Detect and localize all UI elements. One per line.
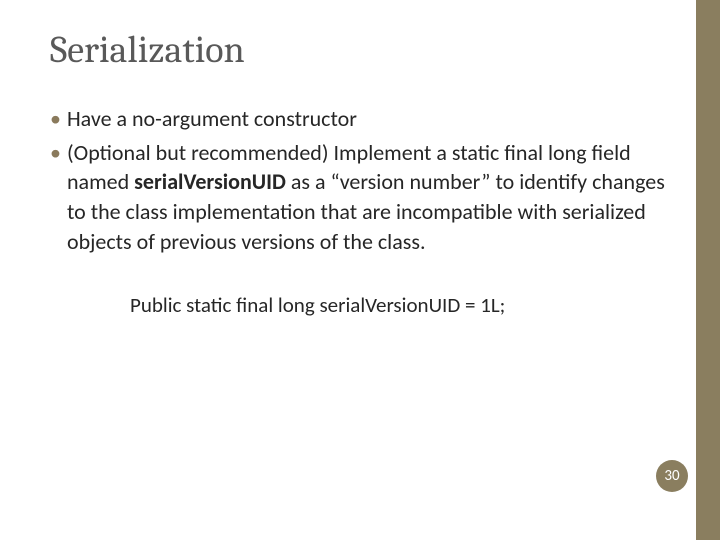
slide: Serialization • Have a no-argument const…: [0, 0, 720, 540]
slide-content: • Have a no-argument constructor • (Opti…: [50, 104, 670, 318]
text-run-bold: serialVersionUID: [134, 168, 286, 195]
bullet-item: • Have a no-argument constructor: [50, 104, 670, 134]
slide-title: Serialization: [50, 28, 670, 72]
bullet-text: Have a no-argument constructor: [67, 104, 670, 134]
bullet-marker-icon: •: [50, 104, 61, 134]
sidebar-accent: [696, 0, 720, 540]
code-example: Public static final long serialVersionUI…: [130, 292, 670, 318]
bullet-marker-icon: •: [50, 138, 61, 168]
text-run: Have a no-argument constructor: [67, 105, 357, 132]
page-number-text: 30: [664, 467, 679, 485]
page-number-badge: 30: [656, 460, 688, 492]
bullet-text: (Optional but recommended) Implement a s…: [67, 138, 670, 257]
bullet-item: • (Optional but recommended) Implement a…: [50, 138, 670, 257]
